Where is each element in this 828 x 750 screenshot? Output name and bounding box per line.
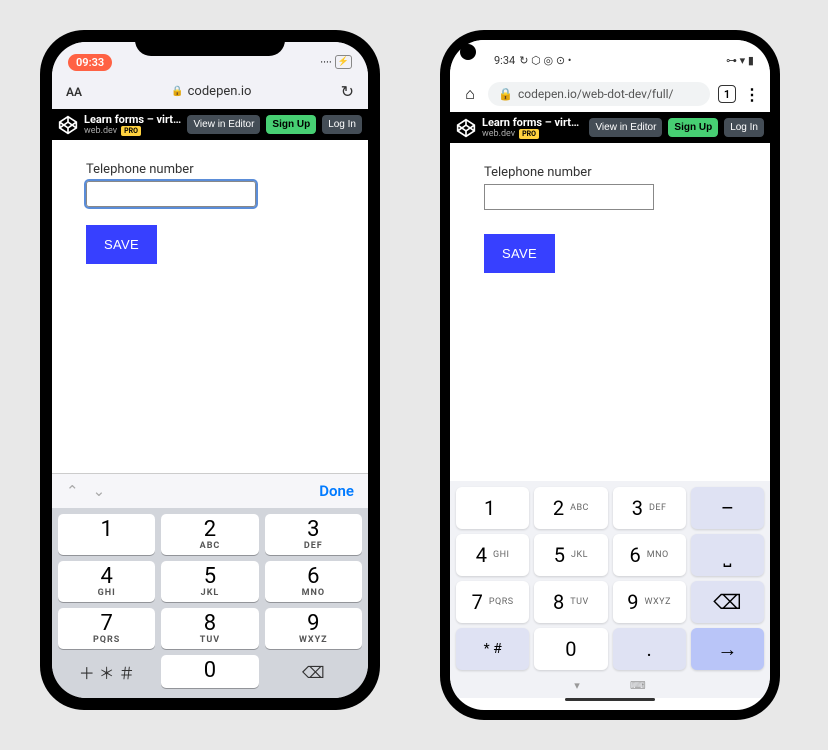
status-left: 9:34 ↻ ⬡ ◎ ⊙ • [494, 54, 571, 67]
keyboard-footer: ▾ ⌨ [456, 675, 764, 694]
keyboard-switch-icon[interactable]: ⌨ [630, 679, 646, 692]
pen-title-block: Learn forms – virt… web.dev PRO [84, 113, 181, 136]
key-8[interactable]: 8TUV [161, 608, 258, 649]
key-symbols[interactable]: ＋ ＊ ＃ [58, 655, 155, 688]
nav-pill [565, 698, 655, 701]
key-dot[interactable]: . [613, 628, 686, 670]
tel-label: Telephone number [86, 162, 334, 177]
backspace-key[interactable]: ⌫ [265, 655, 362, 688]
address-bar[interactable]: 🔒 codepen.io/web-dot-dev/full/ [488, 82, 710, 106]
pen-author: web.dev PRO [84, 126, 181, 136]
status-time: 9:34 [494, 54, 515, 67]
key-6[interactable]: 6MNO [613, 534, 686, 576]
android-keypad: 1 2ABC 3DEF – 4GHI 5JKL 6MNO ⎵ 7PQRS 8TU… [450, 481, 770, 698]
next-field-icon[interactable]: ⌄ [93, 482, 106, 500]
status-right: ···· ⚡ [320, 55, 352, 69]
text-size-button[interactable]: AA [66, 85, 82, 99]
safari-toolbar: AA 🔒 codepen.io ↻ [52, 78, 368, 109]
login-button[interactable]: Log In [322, 115, 362, 134]
save-button[interactable]: SAVE [484, 234, 555, 273]
save-button[interactable]: SAVE [86, 225, 157, 264]
status-bar: 9:34 ↻ ⬡ ◎ ⊙ • ⊶ ▾ ▮ [450, 40, 770, 76]
key-4[interactable]: 4GHI [58, 561, 155, 602]
ios-keypad: 1 2ABC 3DEF 4GHI 5JKL 6MNO 7PQRS 8TUV 9W… [52, 508, 368, 698]
key-2[interactable]: 2ABC [534, 487, 607, 529]
pen-title: Learn forms – virt… [482, 116, 583, 129]
key-dash[interactable]: – [691, 487, 764, 529]
key-9[interactable]: 9WXYZ [613, 581, 686, 623]
pro-badge: PRO [519, 129, 539, 139]
key-7[interactable]: 7PQRS [456, 581, 529, 623]
go-key[interactable]: → [691, 628, 764, 670]
key-3[interactable]: 3DEF [613, 487, 686, 529]
iphone-frame: 09:33 ···· ⚡ AA 🔒 codepen.io ↻ Learn for… [40, 30, 380, 710]
page-content: Telephone number SAVE [52, 140, 368, 473]
android-screen: 9:34 ↻ ⬡ ◎ ⊙ • ⊶ ▾ ▮ ⌂ 🔒 codepen.io/web-… [450, 40, 770, 710]
key-6[interactable]: 6MNO [265, 561, 362, 602]
signup-button[interactable]: Sign Up [668, 118, 718, 137]
lock-icon: 🔒 [171, 86, 183, 97]
telephone-input[interactable] [86, 181, 256, 207]
battery-icon: ⚡ [335, 55, 352, 69]
prev-field-icon[interactable]: ⌃ [66, 482, 79, 500]
key-1[interactable]: 1 [456, 487, 529, 529]
reload-button[interactable]: ↻ [341, 82, 354, 101]
key-star-hash[interactable]: * # [456, 628, 529, 670]
key-2[interactable]: 2ABC [161, 514, 258, 555]
menu-icon[interactable]: ⋮ [744, 85, 760, 104]
signup-button[interactable]: Sign Up [266, 115, 316, 134]
codepen-logo-icon [58, 115, 78, 135]
android-frame: 9:34 ↻ ⬡ ◎ ⊙ • ⊶ ▾ ▮ ⌂ 🔒 codepen.io/web-… [440, 30, 780, 720]
tel-label: Telephone number [484, 165, 736, 180]
status-right: ⊶ ▾ ▮ [726, 54, 754, 67]
pro-badge: PRO [121, 126, 141, 136]
notch [135, 30, 285, 56]
key-0[interactable]: 0 [161, 655, 258, 688]
key-5[interactable]: 5JKL [161, 561, 258, 602]
key-9[interactable]: 9WXYZ [265, 608, 362, 649]
key-4[interactable]: 4GHI [456, 534, 529, 576]
gesture-bar [450, 698, 770, 710]
camera-hole [460, 44, 476, 60]
key-space[interactable]: ⎵ [691, 534, 764, 576]
status-icons: ↻ ⬡ ◎ ⊙ • [519, 54, 571, 67]
key-5[interactable]: 5JKL [534, 534, 607, 576]
url-text: codepen.io/web-dot-dev/full/ [518, 87, 674, 101]
codepen-logo-icon [456, 118, 476, 138]
field-nav: ⌃ ⌄ [66, 482, 105, 500]
chrome-toolbar: ⌂ 🔒 codepen.io/web-dot-dev/full/ 1 ⋮ [450, 76, 770, 112]
view-in-editor-button[interactable]: View in Editor [187, 115, 260, 134]
done-button[interactable]: Done [319, 482, 354, 500]
pen-title: Learn forms – virt… [84, 113, 181, 126]
status-time: 09:33 [68, 54, 112, 71]
telephone-input[interactable] [484, 184, 654, 210]
key-8[interactable]: 8TUV [534, 581, 607, 623]
codepen-header: Learn forms – virt… web.dev PRO View in … [450, 112, 770, 143]
signal-dots: ···· [320, 56, 332, 69]
login-button[interactable]: Log In [724, 118, 764, 137]
pen-author: web.dev PRO [482, 129, 583, 139]
url-text: codepen.io [188, 84, 252, 99]
ios-screen: 09:33 ···· ⚡ AA 🔒 codepen.io ↻ Learn for… [52, 42, 368, 698]
key-7[interactable]: 7PQRS [58, 608, 155, 649]
backspace-key[interactable]: ⌫ [691, 581, 764, 623]
key-3[interactable]: 3DEF [265, 514, 362, 555]
key-1[interactable]: 1 [58, 514, 155, 555]
pen-title-block: Learn forms – virt… web.dev PRO [482, 116, 583, 139]
view-in-editor-button[interactable]: View in Editor [589, 118, 662, 137]
lock-icon: 🔒 [498, 87, 513, 101]
page-content: Telephone number SAVE [450, 143, 770, 481]
codepen-header: Learn forms – virt… web.dev PRO View in … [52, 109, 368, 140]
address-bar[interactable]: 🔒 codepen.io [171, 84, 251, 99]
tab-switcher[interactable]: 1 [718, 85, 736, 103]
keyboard-accessory: ⌃ ⌄ Done [52, 473, 368, 508]
key-0[interactable]: 0 [534, 628, 607, 670]
collapse-keyboard-icon[interactable]: ▾ [574, 679, 580, 692]
home-icon[interactable]: ⌂ [460, 84, 480, 104]
